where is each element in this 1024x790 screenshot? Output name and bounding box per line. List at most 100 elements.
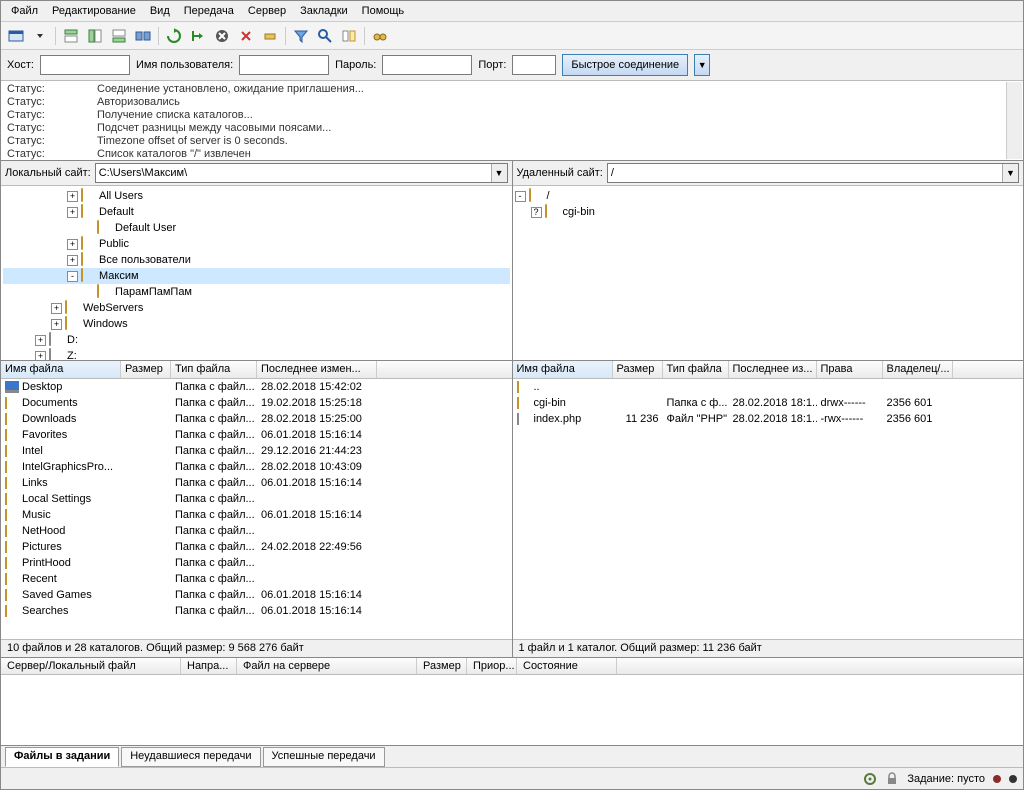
tree-node[interactable]: -Максим <box>3 268 510 284</box>
sitemanager-button[interactable] <box>5 25 27 47</box>
cancel-button[interactable] <box>211 25 233 47</box>
expand-toggle[interactable]: + <box>35 335 46 346</box>
expand-toggle[interactable]: + <box>67 191 78 202</box>
message-log[interactable]: Статус:Соединение установлено, ожидание … <box>1 81 1023 161</box>
queue-column[interactable]: Состояние <box>517 658 617 674</box>
port-input[interactable] <box>512 55 556 75</box>
toggle-log-button[interactable] <box>60 25 82 47</box>
tab-successful[interactable]: Успешные передачи <box>263 747 385 767</box>
search-button[interactable] <box>314 25 336 47</box>
list-item[interactable]: NetHoodПапка с файл... <box>1 523 512 539</box>
list-item[interactable]: DownloadsПапка с файл...28.02.2018 15:25… <box>1 411 512 427</box>
list-item[interactable]: Local SettingsПапка с файл... <box>1 491 512 507</box>
pass-input[interactable] <box>382 55 472 75</box>
list-item[interactable]: IntelGraphicsPro...Папка с файл...28.02.… <box>1 459 512 475</box>
column-header[interactable]: Размер <box>613 361 663 378</box>
gear-icon[interactable] <box>863 772 877 786</box>
menu-transfer[interactable]: Передача <box>178 3 240 19</box>
column-header[interactable]: Владелец/... <box>883 361 953 378</box>
queue-column[interactable]: Приор... <box>467 658 517 674</box>
queue-column[interactable]: Файл на сервере <box>237 658 417 674</box>
disconnect-button[interactable] <box>235 25 257 47</box>
menu-view[interactable]: Вид <box>144 3 176 19</box>
tree-node[interactable]: ?cgi-bin <box>515 204 1022 220</box>
list-item[interactable]: .. <box>513 379 1024 395</box>
binoculars-button[interactable] <box>369 25 391 47</box>
remote-files[interactable]: ..cgi-binПапка с ф...28.02.2018 18:1...d… <box>513 379 1024 639</box>
remote-path-input[interactable] <box>608 164 1002 182</box>
local-files[interactable]: DesktopПапка с файл...28.02.2018 15:42:0… <box>1 379 512 639</box>
list-item[interactable]: PrintHoodПапка с файл... <box>1 555 512 571</box>
process-queue-button[interactable] <box>187 25 209 47</box>
filter-button[interactable] <box>290 25 312 47</box>
toggle-tree-button[interactable] <box>84 25 106 47</box>
reconnect-button[interactable] <box>259 25 281 47</box>
tree-node[interactable]: +Windows <box>3 316 510 332</box>
expand-toggle[interactable]: + <box>51 319 62 330</box>
tree-node[interactable]: ПарамПамПам <box>3 284 510 300</box>
expand-toggle[interactable]: - <box>515 191 526 202</box>
list-item[interactable]: index.php11 236Файл "PHP"28.02.2018 18:1… <box>513 411 1024 427</box>
list-item[interactable]: DocumentsПапка с файл...19.02.2018 15:25… <box>1 395 512 411</box>
column-header[interactable]: Тип файла <box>663 361 729 378</box>
expand-toggle[interactable]: + <box>67 207 78 218</box>
queue-column[interactable]: Сервер/Локальный файл <box>1 658 181 674</box>
local-tree[interactable]: +All Users+DefaultDefault User+Public+Вс… <box>1 186 512 361</box>
queue-body[interactable] <box>1 675 1023 745</box>
tree-node[interactable]: -/ <box>515 188 1022 204</box>
expand-toggle[interactable]: + <box>67 255 78 266</box>
list-item[interactable]: RecentПапка с файл... <box>1 571 512 587</box>
column-header[interactable]: Последнее из... <box>729 361 817 378</box>
tree-node[interactable]: +WebServers <box>3 300 510 316</box>
user-input[interactable] <box>239 55 329 75</box>
list-item[interactable]: MusicПапка с файл...06.01.2018 15:16:14 <box>1 507 512 523</box>
list-item[interactable]: IntelПапка с файл...29.12.2016 21:44:23 <box>1 443 512 459</box>
tab-failed[interactable]: Неудавшиеся передачи <box>121 747 260 767</box>
host-input[interactable] <box>40 55 130 75</box>
expand-toggle[interactable]: ? <box>531 207 542 218</box>
log-scrollbar[interactable] <box>1006 82 1022 159</box>
expand-toggle[interactable]: - <box>67 271 78 282</box>
sitemanager-dropdown[interactable] <box>29 25 51 47</box>
menu-file[interactable]: Файл <box>5 3 44 19</box>
queue-column[interactable]: Напра... <box>181 658 237 674</box>
expand-toggle[interactable]: + <box>51 303 62 314</box>
menu-server[interactable]: Сервер <box>242 3 292 19</box>
column-header[interactable]: Последнее измен... <box>257 361 377 378</box>
queue-column[interactable]: Размер <box>417 658 467 674</box>
list-item[interactable]: LinksПапка с файл...06.01.2018 15:16:14 <box>1 475 512 491</box>
tab-queued-files[interactable]: Файлы в задании <box>5 747 119 767</box>
tree-node[interactable]: +Public <box>3 236 510 252</box>
column-header[interactable]: Имя файла <box>513 361 613 378</box>
column-header[interactable]: Размер <box>121 361 171 378</box>
expand-toggle[interactable]: + <box>67 239 78 250</box>
tree-node[interactable]: +All Users <box>3 188 510 204</box>
list-item[interactable]: Saved GamesПапка с файл...06.01.2018 15:… <box>1 587 512 603</box>
quickconnect-button[interactable]: Быстрое соединение <box>562 54 688 76</box>
menu-edit[interactable]: Редактирование <box>46 3 142 19</box>
column-header[interactable]: Права <box>817 361 883 378</box>
list-item[interactable]: SearchesПапка с файл...06.01.2018 15:16:… <box>1 603 512 619</box>
local-path-input[interactable] <box>96 164 491 182</box>
menu-help[interactable]: Помощь <box>356 3 411 19</box>
list-item[interactable]: cgi-binПапка с ф...28.02.2018 18:1...drw… <box>513 395 1024 411</box>
local-path-dropdown[interactable]: ▼ <box>491 164 507 182</box>
refresh-button[interactable] <box>163 25 185 47</box>
tree-node[interactable]: +Default <box>3 204 510 220</box>
expand-toggle[interactable]: + <box>35 351 46 362</box>
column-header[interactable]: Имя файла <box>1 361 121 378</box>
column-header[interactable]: Тип файла <box>171 361 257 378</box>
quickconnect-dropdown[interactable]: ▼ <box>694 54 710 76</box>
list-item[interactable]: FavoritesПапка с файл...06.01.2018 15:16… <box>1 427 512 443</box>
toggle-queue-button[interactable] <box>108 25 130 47</box>
list-item[interactable]: DesktopПапка с файл...28.02.2018 15:42:0… <box>1 379 512 395</box>
tree-node[interactable]: +Все пользователи <box>3 252 510 268</box>
toggle-wide-button[interactable] <box>132 25 154 47</box>
tree-node[interactable]: +Z: <box>3 348 510 361</box>
remote-tree[interactable]: -/?cgi-bin <box>513 186 1024 361</box>
compare-button[interactable] <box>338 25 360 47</box>
tree-node[interactable]: +D: <box>3 332 510 348</box>
remote-path-dropdown[interactable]: ▼ <box>1002 164 1018 182</box>
tree-node[interactable]: Default User <box>3 220 510 236</box>
menu-bookmarks[interactable]: Закладки <box>294 3 354 19</box>
